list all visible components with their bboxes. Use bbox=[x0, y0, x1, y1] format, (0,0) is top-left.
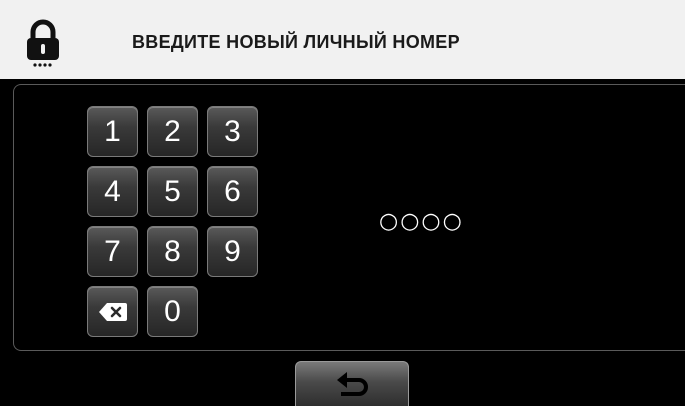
key-1[interactable]: 1 bbox=[87, 106, 138, 157]
back-button[interactable] bbox=[295, 361, 409, 406]
key-6[interactable]: 6 bbox=[207, 166, 258, 217]
delete-button[interactable] bbox=[87, 286, 138, 337]
lock-icon bbox=[27, 19, 59, 67]
key-3[interactable]: 3 bbox=[207, 106, 258, 157]
return-arrow-icon bbox=[337, 372, 368, 396]
key-7[interactable]: 7 bbox=[87, 226, 138, 277]
backspace-icon bbox=[98, 303, 127, 321]
key-8[interactable]: 8 bbox=[147, 226, 198, 277]
key-2[interactable]: 2 bbox=[147, 106, 198, 157]
pin-display: ○○○○ bbox=[379, 209, 464, 234]
key-9[interactable]: 9 bbox=[207, 226, 258, 277]
key-5[interactable]: 5 bbox=[147, 166, 198, 217]
header-bar: ВВЕДИТЕ НОВЫЙ ЛИЧНЫЙ НОМЕР bbox=[0, 0, 685, 79]
key-0[interactable]: 0 bbox=[147, 286, 198, 337]
page-title: ВВЕДИТЕ НОВЫЙ ЛИЧНЫЙ НОМЕР bbox=[132, 32, 460, 52]
key-4[interactable]: 4 bbox=[87, 166, 138, 217]
